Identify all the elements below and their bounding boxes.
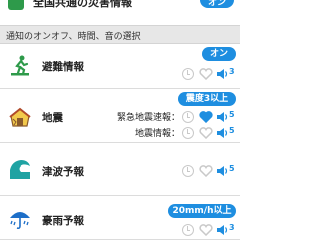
volume-value: 3 [229, 223, 235, 232]
volume-value: 5 [229, 126, 235, 135]
item-title: 地震 [42, 112, 63, 124]
heart-icon[interactable] [199, 224, 213, 236]
earthquake-threshold-button[interactable]: 震度3以上 [178, 92, 236, 106]
speaker-icon[interactable] [216, 111, 228, 123]
clock-icon[interactable] [182, 127, 194, 139]
volume-value: 3 [229, 67, 235, 76]
earthquake-icon [9, 107, 31, 127]
item-title: 避難情報 [42, 61, 84, 73]
quake-info-label: 地震情報： [134, 129, 180, 139]
rain-threshold-button[interactable]: 20mm/h以上 [168, 204, 236, 218]
list-item-heavy-rain[interactable]: 豪雨予報 20mm/h以上 3 [0, 196, 240, 240]
section-header: 通知のオンオフ、時間、音の選択 [0, 25, 240, 44]
heart-icon[interactable] [199, 111, 213, 123]
speaker-icon[interactable] [216, 127, 228, 139]
speaker-icon[interactable] [216, 224, 228, 236]
clock-icon[interactable] [182, 224, 194, 236]
disaster-icon [8, 0, 24, 10]
eew-controls: 5 [182, 110, 236, 123]
notify-controls: 3 [182, 67, 236, 80]
section-title: 通知のオンオフ、時間、音の選択 [6, 32, 141, 42]
tsunami-icon [9, 158, 31, 180]
clock-icon[interactable] [182, 68, 194, 80]
notify-controls: 5 [182, 164, 236, 177]
list-item-evacuation[interactable]: 避難情報 オン 3 [0, 44, 240, 89]
list-item-tsunami[interactable]: 津波予報 5 [0, 143, 240, 196]
item-title: 津波予報 [42, 166, 84, 178]
evacuation-toggle[interactable]: オン [202, 47, 236, 61]
quake-info-controls: 5 [182, 126, 236, 139]
heart-icon[interactable] [199, 68, 213, 80]
volume-value: 5 [229, 164, 235, 173]
list-item-earthquake[interactable]: 地震 震度3以上 緊急地震速報： 5 地震情報： 5 [0, 89, 240, 143]
clock-icon[interactable] [182, 111, 194, 123]
all-japan-disaster-row: 全国共通の災害情報 オン [0, 0, 240, 25]
item-title: 豪雨予報 [42, 215, 84, 227]
all-japan-disaster-toggle[interactable]: オン [200, 0, 234, 8]
evacuation-icon [9, 54, 31, 76]
clock-icon[interactable] [182, 165, 194, 177]
speaker-icon[interactable] [216, 68, 228, 80]
heart-icon[interactable] [199, 165, 213, 177]
heart-icon[interactable] [199, 127, 213, 139]
notify-controls: 3 [182, 223, 236, 236]
all-japan-disaster-label: 全国共通の災害情報 [33, 0, 132, 9]
volume-value: 5 [229, 110, 235, 119]
speaker-icon[interactable] [216, 165, 228, 177]
toggle-label: オン [207, 0, 226, 8]
eew-label: 緊急地震速報： [116, 113, 180, 123]
heavy-rain-icon [10, 212, 30, 230]
